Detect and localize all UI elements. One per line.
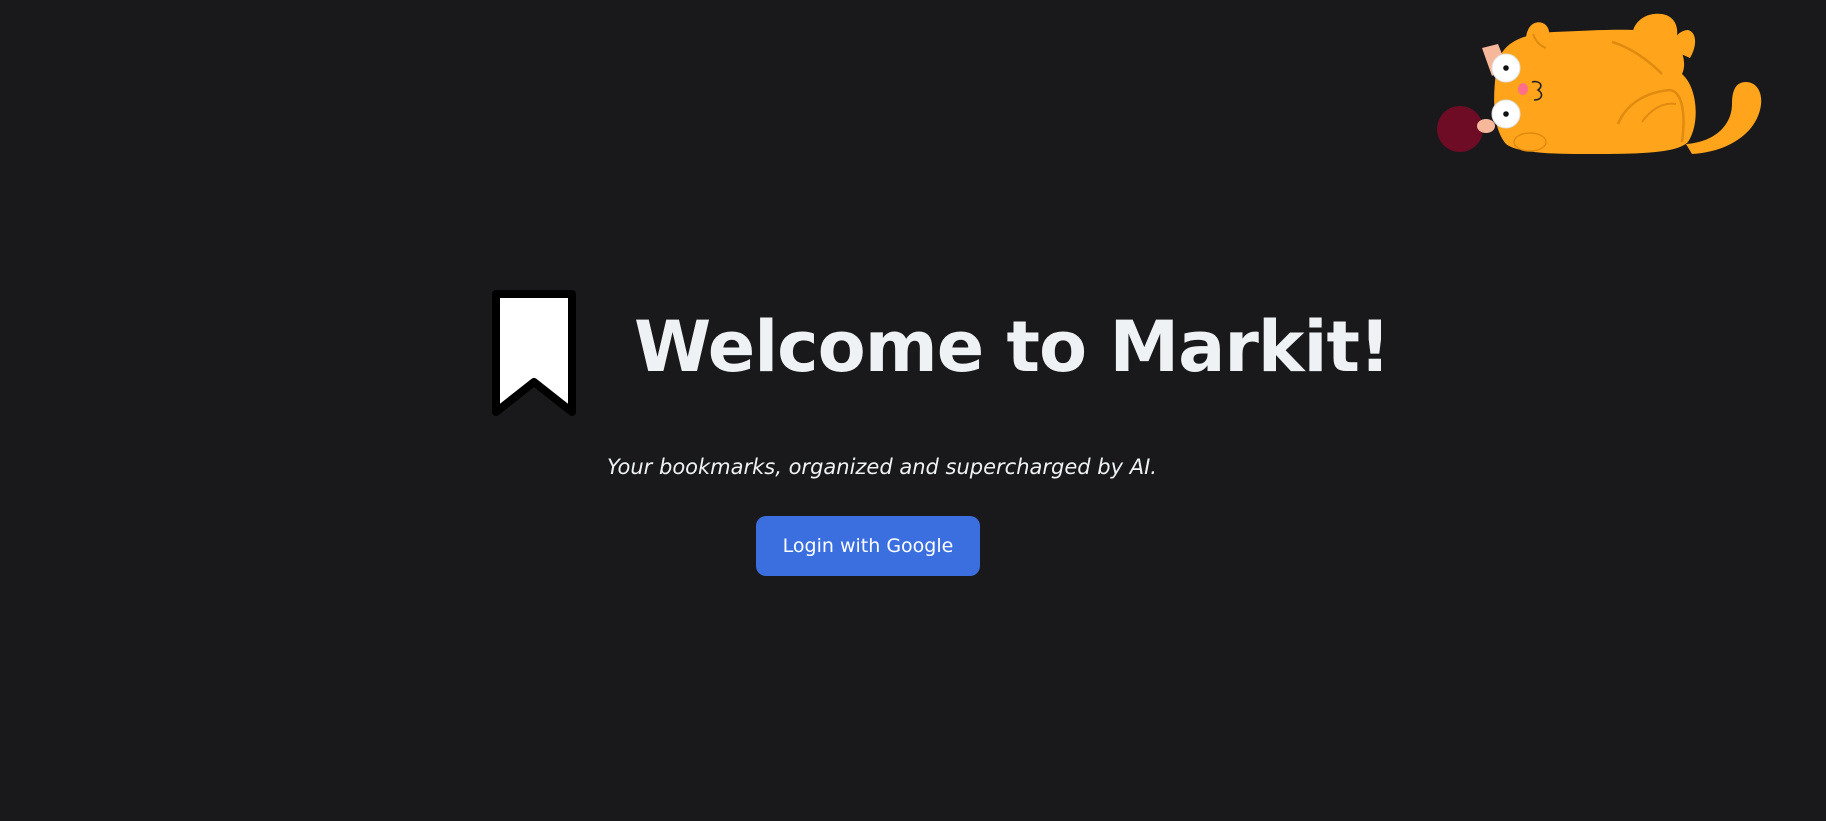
tagline: Your bookmarks, organized and supercharg… xyxy=(607,455,1157,479)
page-title: Welcome to Markit! xyxy=(634,306,1391,388)
login-with-google-button[interactable]: Login with Google xyxy=(756,516,980,576)
yarn-ball xyxy=(1437,106,1483,152)
cat-tail xyxy=(1686,82,1762,154)
cat-paw xyxy=(1513,132,1547,152)
hero-header: Welcome to Markit! xyxy=(490,288,1391,418)
bookmark-icon xyxy=(492,290,576,416)
login-page: Welcome to Markit! Your bookmarks, organ… xyxy=(0,0,1826,821)
cat-back-ear xyxy=(1632,13,1678,42)
cat-illustration xyxy=(1437,13,1762,155)
